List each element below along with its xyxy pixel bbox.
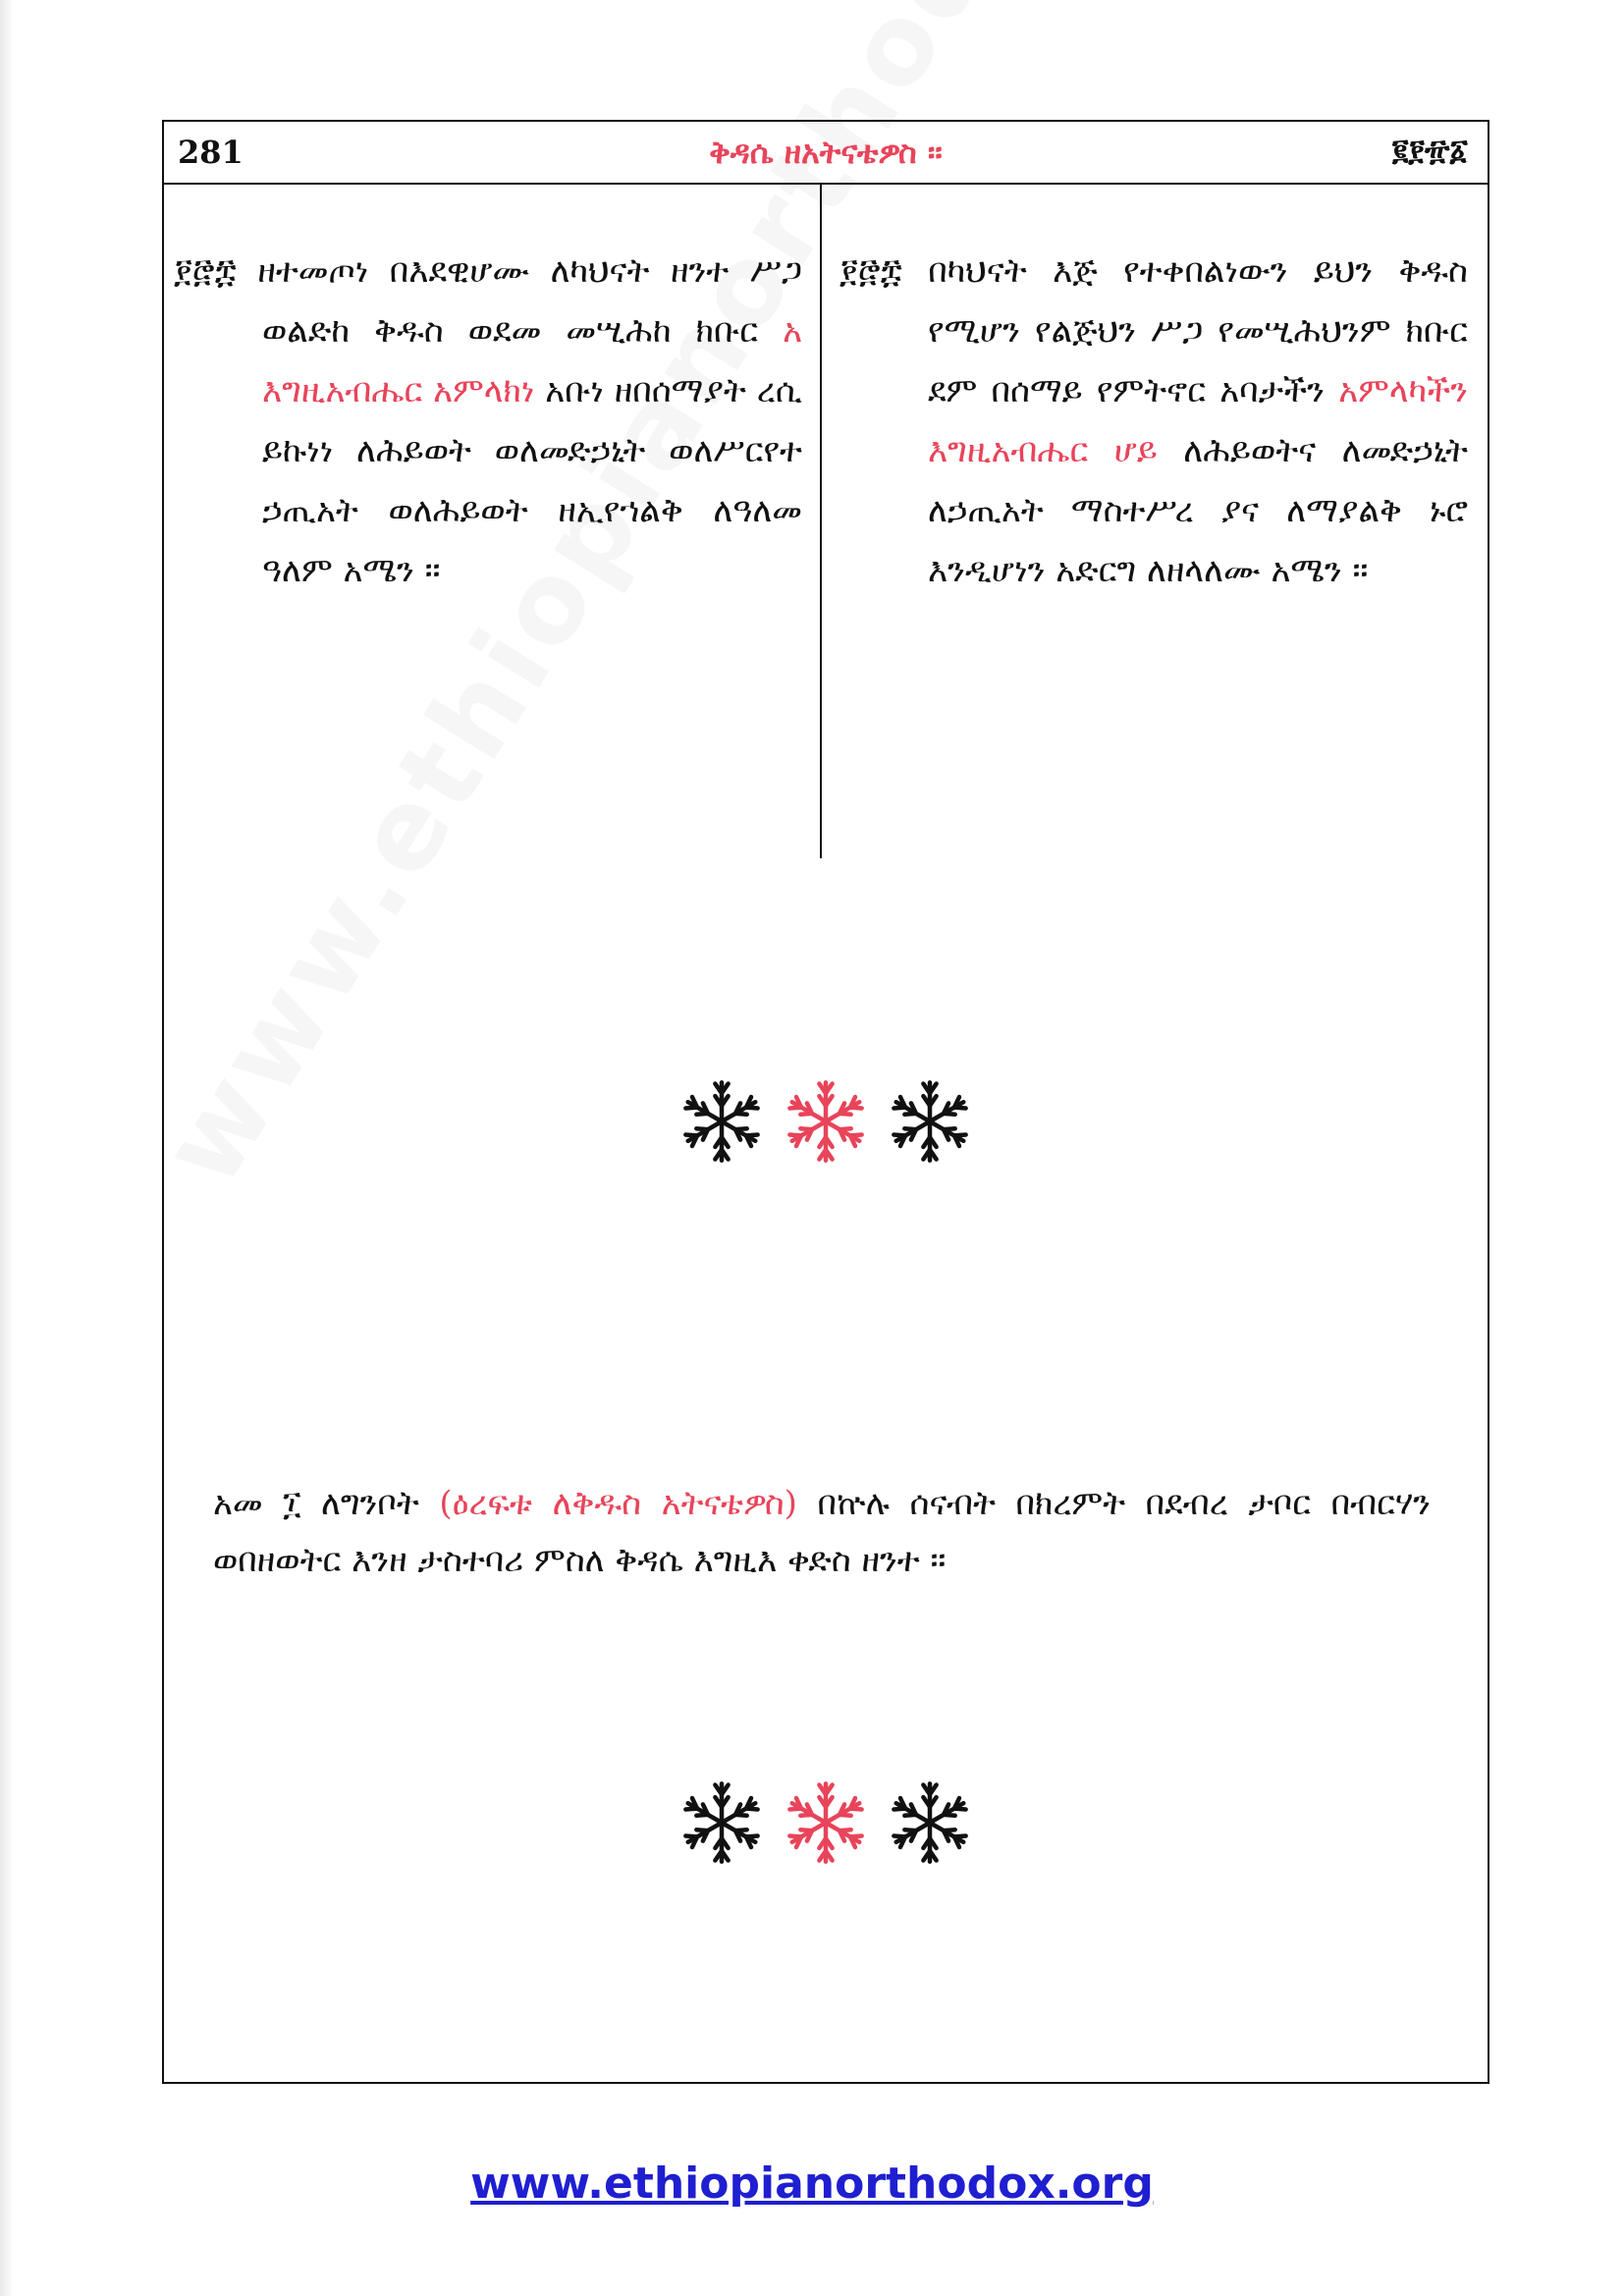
- right-verse-number: ፻፸፰: [839, 251, 902, 291]
- right-paragraph: ፻፸፰ በካህናት እጅ የተቀበልነውን ይህን ቅዱስ የሚሆን የልጅህን…: [839, 242, 1468, 601]
- left-text-part1: ዘተመጦነ በእደዊሆሙ ለካህናት ዘንተ ሥጋ ወልድከ ቅዱስ ወደመ መ…: [257, 251, 802, 351]
- left-paragraph: ፻፸፰ ዘተመጦነ በእደዊሆሙ ለካህናት ዘንተ ሥጋ ወልድከ ቅዱስ ወ…: [174, 242, 802, 601]
- snowflake-icon: [683, 1781, 760, 1864]
- running-title: ቅዳሴ ዘአትናቴዎስ ።: [709, 134, 943, 171]
- note-highlight: (ዕረፍቱ ለቅዱስ አትናቴዎስ): [439, 1484, 797, 1523]
- footer-website-link[interactable]: www.ethiopianorthodox.org: [0, 2159, 1624, 2209]
- column-divider: [820, 185, 822, 858]
- right-column: ፻፸፰ በካህናት እጅ የተቀበልነውን ይህን ቅዱስ የሚሆን የልጅህን…: [839, 242, 1468, 601]
- rubric-note: አመ ፲ ለግንቦት (ዕረፍቱ ለቅዱስ አትናቴዎስ) በኵሉ ሰናብት በ…: [213, 1475, 1431, 1589]
- page-number-geez: ፪፻፹፩: [1391, 134, 1468, 168]
- snowflake-icon: [892, 1781, 968, 1864]
- snowflake-icon: [787, 1080, 864, 1163]
- snowflake-icon: [892, 1080, 968, 1163]
- ornament-bottom: [164, 1774, 1488, 1872]
- header-rule: [164, 183, 1488, 185]
- snowflake-icon: [683, 1080, 760, 1163]
- scan-edge: [0, 0, 14, 2296]
- left-verse-number: ፻፸፰: [174, 251, 237, 291]
- ornament-top: [164, 1072, 1488, 1171]
- snowflake-icon: [787, 1781, 864, 1864]
- note-part1: አመ ፲ ለግንቦት: [213, 1484, 419, 1523]
- page-frame: 281 ቅዳሴ ዘአትናቴዎስ ። ፪፻፹፩ ፻፸፰ ዘተመጦነ በእደዊሆሙ …: [162, 120, 1489, 2084]
- left-column: ፻፸፰ ዘተመጦነ በእደዊሆሙ ለካህናት ዘንተ ሥጋ ወልድከ ቅዱስ ወ…: [174, 242, 802, 601]
